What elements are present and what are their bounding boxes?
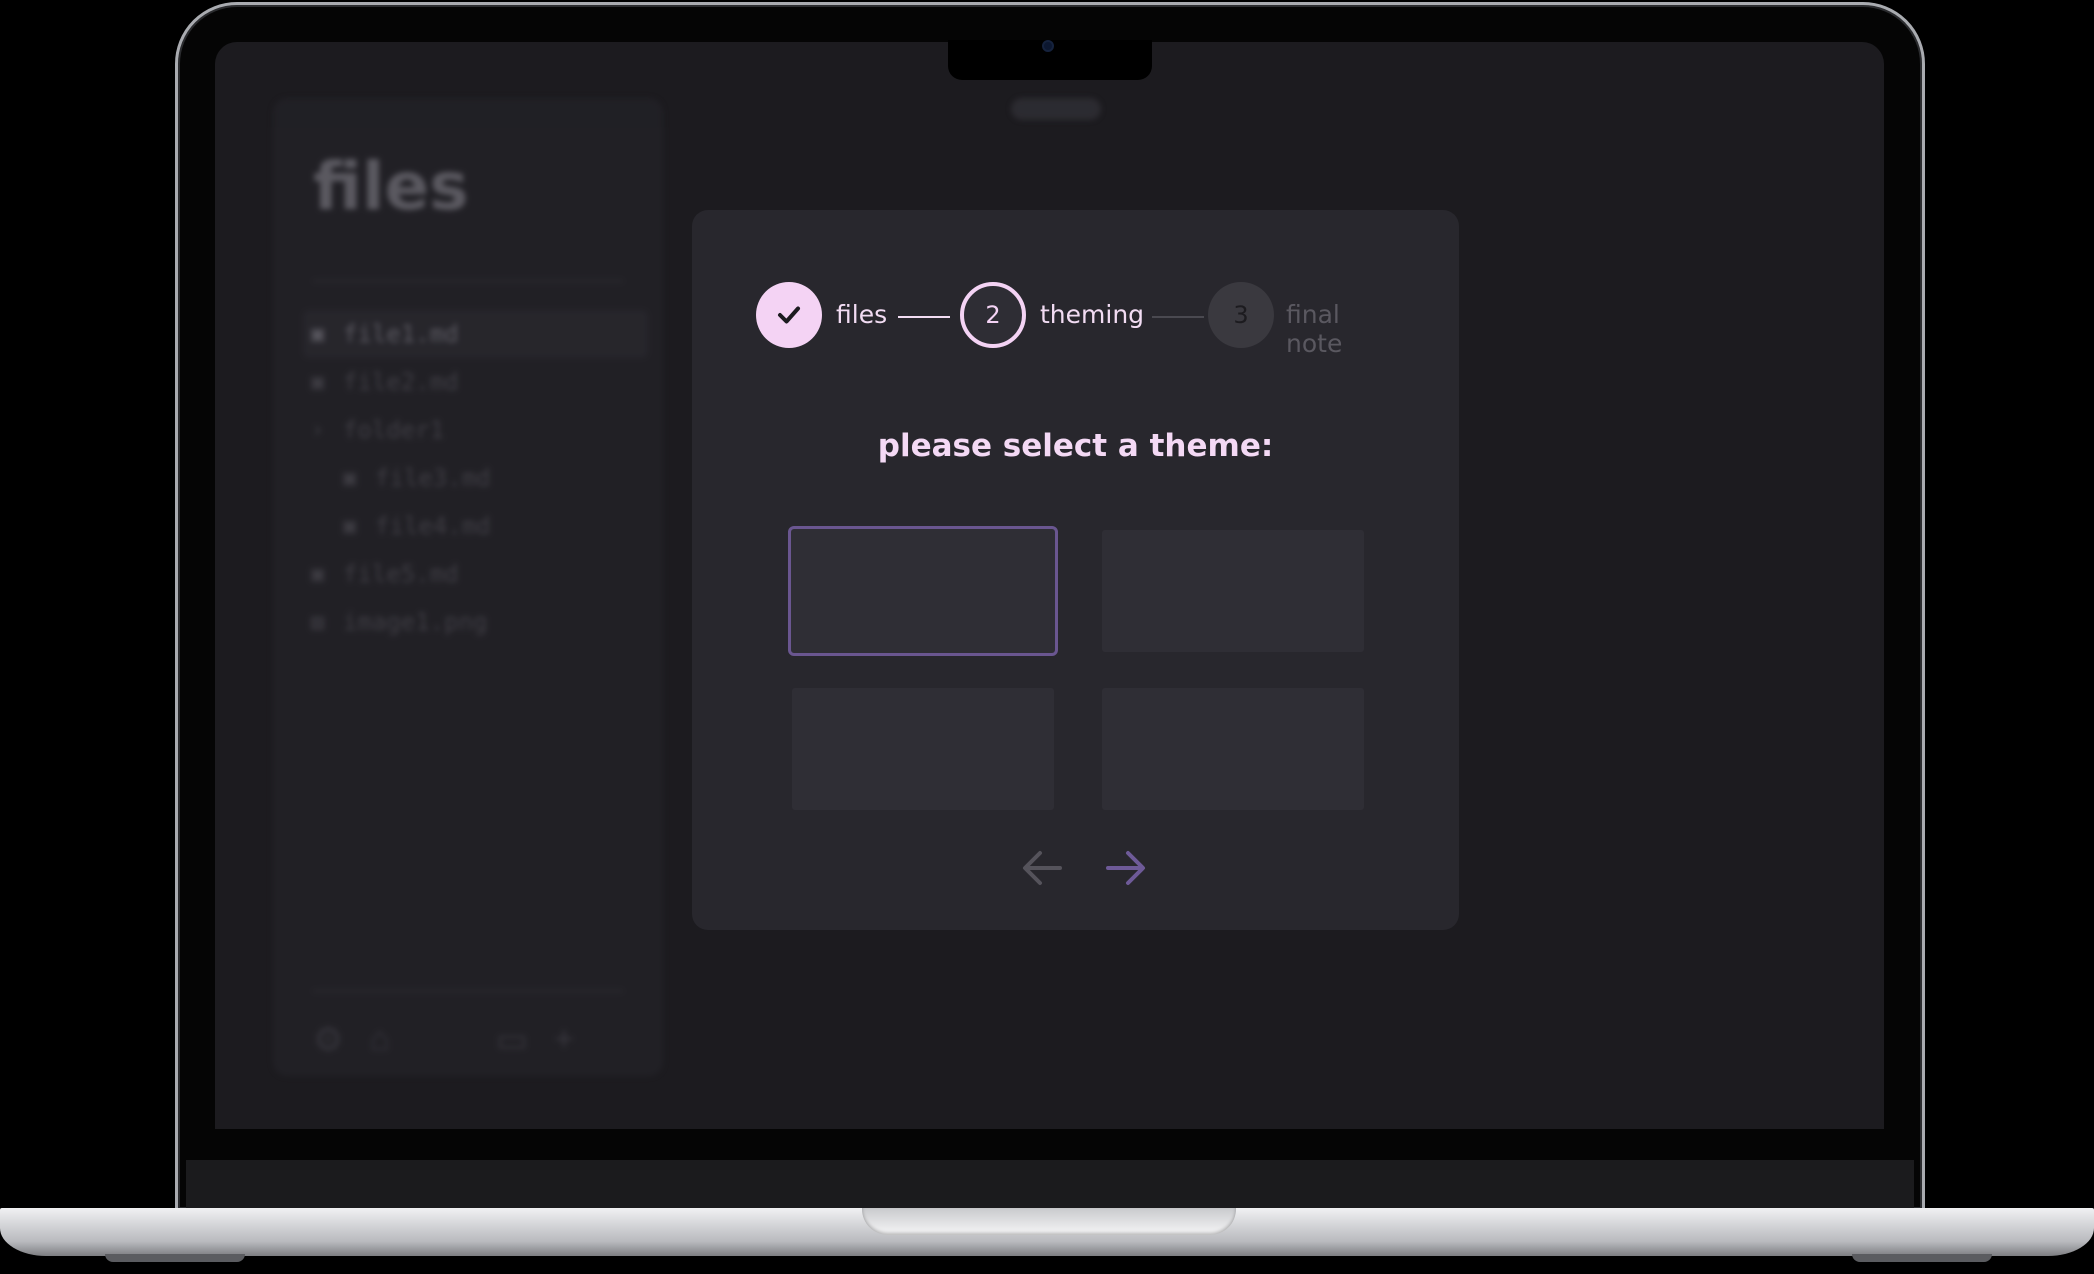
- file-icon: ▣: [311, 321, 325, 347]
- step-1-label: files: [836, 300, 888, 329]
- sidebar-title: files: [313, 148, 469, 225]
- file-icon: ▣: [343, 465, 357, 491]
- chevron-icon: ›: [311, 417, 325, 443]
- camera-icon: [1042, 40, 1054, 52]
- sidebar: files ▣ file1.md ▣ file2.md › folder1 ▣ …: [273, 98, 663, 1076]
- step-1-indicator[interactable]: [756, 282, 822, 348]
- file-name: file2.md: [343, 368, 459, 396]
- file-item[interactable]: ▣ file5.md: [303, 550, 648, 598]
- file-list: ▣ file1.md ▣ file2.md › folder1 ▣ file3.…: [303, 310, 648, 646]
- image-icon: ▨: [311, 609, 325, 635]
- theme-grid: [788, 526, 1368, 812]
- file-item[interactable]: ▨ image1.png: [303, 598, 648, 646]
- sidebar-divider: [313, 990, 623, 992]
- file-name: file3.md: [375, 464, 491, 492]
- sidebar-divider: [313, 280, 623, 282]
- laptop-opening-notch: [862, 1208, 1236, 1235]
- laptop-chin: [186, 1160, 1914, 1210]
- file-name: image1.png: [343, 608, 488, 636]
- arrow-left-icon: [1023, 851, 1062, 885]
- home-icon[interactable]: ⌂: [369, 1020, 390, 1060]
- file-item[interactable]: ▣ file1.md: [303, 310, 648, 358]
- file-icon: ▣: [311, 369, 325, 395]
- file-icon: ▣: [311, 561, 325, 587]
- step-2-label: theming: [1040, 300, 1145, 329]
- plus-icon[interactable]: +: [554, 1020, 574, 1060]
- step-2-indicator[interactable]: 2: [960, 282, 1026, 348]
- settings-icon[interactable]: ⚙: [313, 1020, 343, 1060]
- arrow-right-icon: [1106, 851, 1145, 885]
- theme-option-2[interactable]: [1102, 530, 1364, 652]
- folder-name: folder1: [343, 416, 445, 444]
- theme-option-4[interactable]: [1102, 688, 1364, 810]
- sidebar-footer: ⚙ ⌂ ▭ +: [313, 1020, 623, 1060]
- laptop-foot-left: [105, 1254, 245, 1262]
- theme-option-1[interactable]: [788, 526, 1058, 656]
- theme-option-3[interactable]: [792, 688, 1054, 810]
- screen: files ▣ file1.md ▣ file2.md › folder1 ▣ …: [215, 42, 1884, 1129]
- file-name: file1.md: [343, 320, 459, 348]
- setup-wizard-dialog: files 2 theming 3 final note please sele…: [692, 210, 1459, 930]
- file-name: file4.md: [375, 512, 491, 540]
- theme-toggle: [1011, 98, 1101, 120]
- back-button[interactable]: [1012, 838, 1072, 898]
- folder-item[interactable]: › folder1: [303, 406, 648, 454]
- step-3-indicator[interactable]: 3: [1208, 282, 1274, 348]
- step-3-label: final note: [1286, 300, 1343, 358]
- step-connector: [898, 316, 950, 318]
- folder-icon[interactable]: ▭: [496, 1020, 528, 1060]
- laptop-foot-right: [1852, 1254, 1992, 1262]
- step-3-number: 3: [1233, 301, 1249, 329]
- step-2-number: 2: [985, 301, 1001, 329]
- file-name: file5.md: [343, 560, 459, 588]
- file-item[interactable]: ▣ file2.md: [303, 358, 648, 406]
- next-button[interactable]: [1096, 838, 1156, 898]
- file-item[interactable]: ▣ file4.md: [303, 502, 648, 550]
- theme-prompt: please select a theme:: [877, 428, 1274, 464]
- stepper: files 2 theming 3 final note: [756, 282, 1396, 358]
- check-icon: [778, 306, 800, 324]
- step-connector: [1152, 316, 1204, 318]
- file-item[interactable]: ▣ file3.md: [303, 454, 648, 502]
- file-icon: ▣: [343, 513, 357, 539]
